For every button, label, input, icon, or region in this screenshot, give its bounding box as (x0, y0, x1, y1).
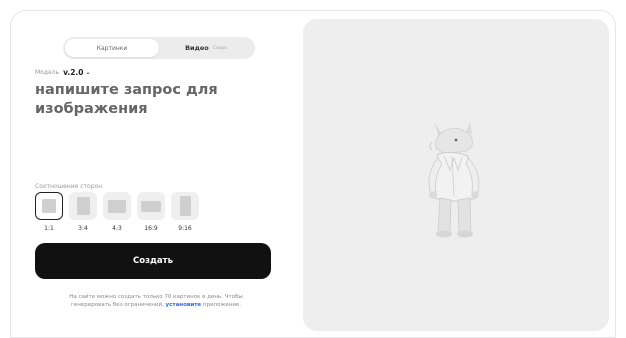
ratio-4-3-icon (103, 192, 131, 220)
model-label: Модель (35, 69, 60, 76)
rhino-figure-image (428, 122, 480, 238)
image-preview (303, 19, 609, 331)
ratio-1-1-icon (35, 192, 63, 220)
create-button[interactable]: Создать (35, 243, 271, 279)
ratio-9-16-icon (171, 192, 199, 220)
ratio-16-9-icon (137, 192, 165, 220)
ratio-label: 16:9 (144, 225, 158, 232)
model-selector-row: Модель v.2.0 ⌄ (35, 68, 91, 77)
ratio-3-4-icon (69, 192, 97, 220)
aspect-ratio-options: 1:1 3:4 4:3 16:9 9:16 (35, 192, 199, 232)
ratio-option-16-9[interactable]: 16:9 (137, 192, 165, 232)
ratio-option-4-3[interactable]: 4:3 (103, 192, 131, 232)
aspect-ratio-title: Соотношение сторон (35, 183, 103, 190)
ratio-option-1-1[interactable]: 1:1 (35, 192, 63, 232)
ratio-label: 1:1 (44, 225, 54, 232)
ratio-option-3-4[interactable]: 3:4 (69, 192, 97, 232)
mode-tabs: Картинки Видео Скоро (63, 37, 255, 59)
tab-video[interactable]: Видео Скоро (159, 39, 253, 57)
install-app-link[interactable]: установите (166, 302, 202, 308)
ratio-option-9-16[interactable]: 9:16 (171, 192, 199, 232)
prompt-input[interactable] (35, 81, 285, 137)
soon-badge: Скоро (212, 45, 227, 51)
tab-video-label: Видео (185, 44, 209, 52)
app-window: Картинки Видео Скоро Модель v.2.0 ⌄ Соот… (10, 10, 616, 338)
model-dropdown[interactable]: v.2.0 ⌄ (63, 68, 90, 77)
ratio-label: 9:16 (178, 225, 192, 232)
chevron-down-icon: ⌄ (85, 69, 91, 76)
daily-limit-note: На сайте можно создать только 70 картино… (51, 293, 261, 309)
model-value: v.2.0 (63, 68, 84, 77)
ratio-label: 4:3 (112, 225, 122, 232)
tab-images-label: Картинки (96, 44, 128, 52)
tab-images[interactable]: Картинки (65, 39, 159, 57)
note-text-end: приложение. (202, 302, 242, 308)
settings-panel: Картинки Видео Скоро Модель v.2.0 ⌄ Соот… (11, 11, 301, 337)
ratio-label: 3:4 (78, 225, 88, 232)
